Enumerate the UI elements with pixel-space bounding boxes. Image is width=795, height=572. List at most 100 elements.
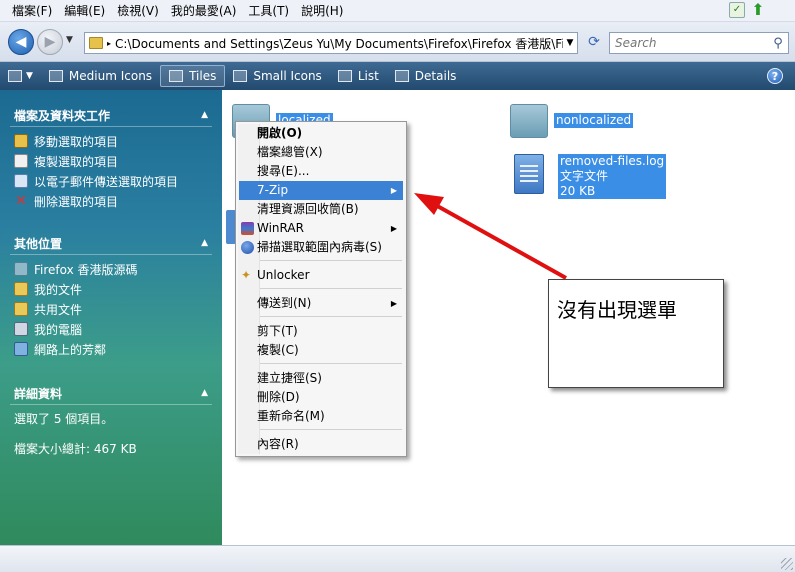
menu-file[interactable]: 檔案(F): [6, 1, 58, 21]
text-document-icon: [514, 154, 544, 194]
menu-label: 內容(R): [257, 437, 299, 451]
task-label: 刪除選取的項目: [34, 194, 119, 209]
file-tasks-header[interactable]: 檔案及資料夾工作 ▲: [0, 104, 222, 126]
forward-button[interactable]: ▶: [37, 29, 63, 55]
views-button[interactable]: ▼: [0, 65, 41, 87]
view-label: Tiles: [189, 69, 217, 83]
collapse-icon: ▲: [201, 388, 208, 398]
place-my-computer[interactable]: 我的電腦: [0, 319, 222, 339]
annotation-note: 沒有出現選單: [548, 279, 724, 388]
folder-icon: [510, 104, 548, 138]
section-title: 檔案及資料夾工作: [14, 108, 111, 123]
resize-grip-icon[interactable]: [781, 558, 793, 570]
details-icon: [394, 70, 409, 82]
menu-delete[interactable]: 刪除(D): [239, 388, 403, 407]
back-button[interactable]: ◀: [8, 29, 34, 55]
folder-icon: [89, 37, 103, 49]
place-shared-documents[interactable]: 共用文件: [0, 299, 222, 319]
menu-unlocker[interactable]: ✦ Unlocker: [239, 266, 403, 285]
documents-folder-icon: [14, 282, 28, 296]
view-label: List: [357, 69, 379, 83]
task-label: 以電子郵件傳送選取的項目: [34, 174, 179, 189]
task-label: 複製選取的項目: [34, 154, 119, 169]
address-bar[interactable]: ▸ C:\Documents and Settings\Zeus Yu\My D…: [84, 32, 578, 54]
divider: [10, 254, 212, 255]
menu-explorer[interactable]: 檔案總管(X): [239, 143, 403, 162]
file-name: removed-files.log: [558, 154, 667, 169]
menu-separator: [260, 288, 402, 289]
other-places-header[interactable]: 其他位置 ▲: [0, 232, 222, 254]
network-icon: [14, 342, 28, 356]
task-email[interactable]: 以電子郵件傳送選取的項目: [0, 171, 222, 191]
selection-count: 選取了 5 個項目。: [14, 412, 114, 426]
file-tasks-section: 檔案及資料夾工作 ▲ 移動選取的項目 複製選取的項目 以電子郵件傳送選取的項目 …: [0, 104, 222, 211]
address-dropdown-icon[interactable]: ▼: [563, 38, 577, 48]
view-tiles[interactable]: Tiles: [160, 65, 226, 87]
details-header[interactable]: 詳細資料 ▲: [0, 382, 222, 404]
collapse-icon: ▲: [201, 110, 208, 120]
up-arrow-icon[interactable]: ⬆: [749, 2, 767, 20]
file-name: nonlocalized: [554, 113, 634, 128]
menu-help[interactable]: 說明(H): [295, 1, 349, 21]
refresh-icon[interactable]: ⟳: [582, 32, 606, 54]
menu-view[interactable]: 檢視(V): [111, 1, 165, 21]
menu-tools[interactable]: 工具(T): [242, 1, 295, 21]
menu-create-shortcut[interactable]: 建立捷徑(S): [239, 369, 403, 388]
task-delete[interactable]: ✕ 刪除選取的項目: [0, 191, 222, 211]
search-icon[interactable]: ⚲: [768, 36, 788, 51]
details-section: 詳細資料 ▲ 選取了 5 個項目。 檔案大小總計: 467 KB: [0, 382, 222, 459]
move-icon: [14, 134, 28, 148]
place-label: 網路上的芳鄰: [34, 342, 107, 357]
menu-favorites[interactable]: 我的最愛(A): [165, 1, 243, 21]
view-medium-icons[interactable]: Medium Icons: [41, 65, 160, 87]
menu-label: WinRAR: [257, 221, 304, 235]
view-small-icons[interactable]: Small Icons: [225, 65, 329, 87]
file-item[interactable]: nonlocalized: [510, 104, 634, 138]
menu-separator: [260, 260, 402, 261]
view-list[interactable]: List: [330, 65, 387, 87]
task-move[interactable]: 移動選取的項目: [0, 131, 222, 151]
search-input[interactable]: [610, 34, 768, 52]
status-bar: [0, 545, 795, 572]
place-source[interactable]: Firefox 香港版源碼: [0, 259, 222, 279]
menu-label: 重新命名(M): [257, 409, 325, 423]
history-dropdown-icon[interactable]: ▼: [66, 35, 73, 45]
menu-properties[interactable]: 內容(R): [239, 435, 403, 454]
place-network[interactable]: 網路上的芳鄰: [0, 339, 222, 359]
view-label: Details: [414, 69, 457, 83]
menu-copy[interactable]: 複製(C): [239, 341, 403, 360]
menu-virus-scan[interactable]: 掃描選取範圍內病毒(S): [239, 238, 403, 257]
menu-cut[interactable]: 剪下(T): [239, 322, 403, 341]
menu-label: 刪除(D): [257, 390, 300, 404]
place-my-documents[interactable]: 我的文件: [0, 279, 222, 299]
menu-label: 建立捷徑(S): [257, 371, 322, 385]
task-copy[interactable]: 複製選取的項目: [0, 151, 222, 171]
delete-x-icon: ✕: [15, 193, 27, 209]
menu-open[interactable]: 開啟(O): [239, 124, 403, 143]
menu-separator: [260, 429, 402, 430]
view-details[interactable]: Details: [387, 65, 465, 87]
task-label: 移動選取的項目: [34, 134, 119, 149]
view-label: Small Icons: [253, 69, 322, 83]
menu-winrar[interactable]: WinRAR ▶: [239, 219, 403, 238]
section-title: 其他位置: [14, 236, 63, 251]
menu-empty-recycle[interactable]: 清理資源回收筒(B): [239, 200, 403, 219]
magic-wand-icon: ✦: [241, 268, 252, 282]
winrar-icon: [241, 222, 254, 235]
menu-search[interactable]: 搜尋(E)...: [239, 162, 403, 181]
chevron-down-icon: ▼: [26, 71, 33, 81]
menu-7zip[interactable]: 7-Zip ▶: [239, 181, 403, 200]
antivirus-icon: [241, 241, 254, 254]
help-icon[interactable]: ?: [767, 68, 783, 84]
menu-edit[interactable]: 編輯(E): [58, 1, 111, 21]
windows-logo-icon: ✓: [729, 2, 745, 18]
menu-send-to[interactable]: 傳送到(N) ▶: [239, 294, 403, 313]
menu-label: Unlocker: [257, 268, 310, 282]
submenu-arrow-icon: ▶: [390, 224, 397, 233]
menu-rename[interactable]: 重新命名(M): [239, 407, 403, 426]
back-arrow-icon: ◀: [15, 34, 27, 50]
menu-separator: [260, 316, 402, 317]
file-item[interactable]: removed-files.log 文字文件 20 KB: [514, 154, 667, 199]
place-label: Firefox 香港版源碼: [34, 262, 138, 277]
menu-label: 掃描選取範圍內病毒(S): [257, 240, 382, 254]
